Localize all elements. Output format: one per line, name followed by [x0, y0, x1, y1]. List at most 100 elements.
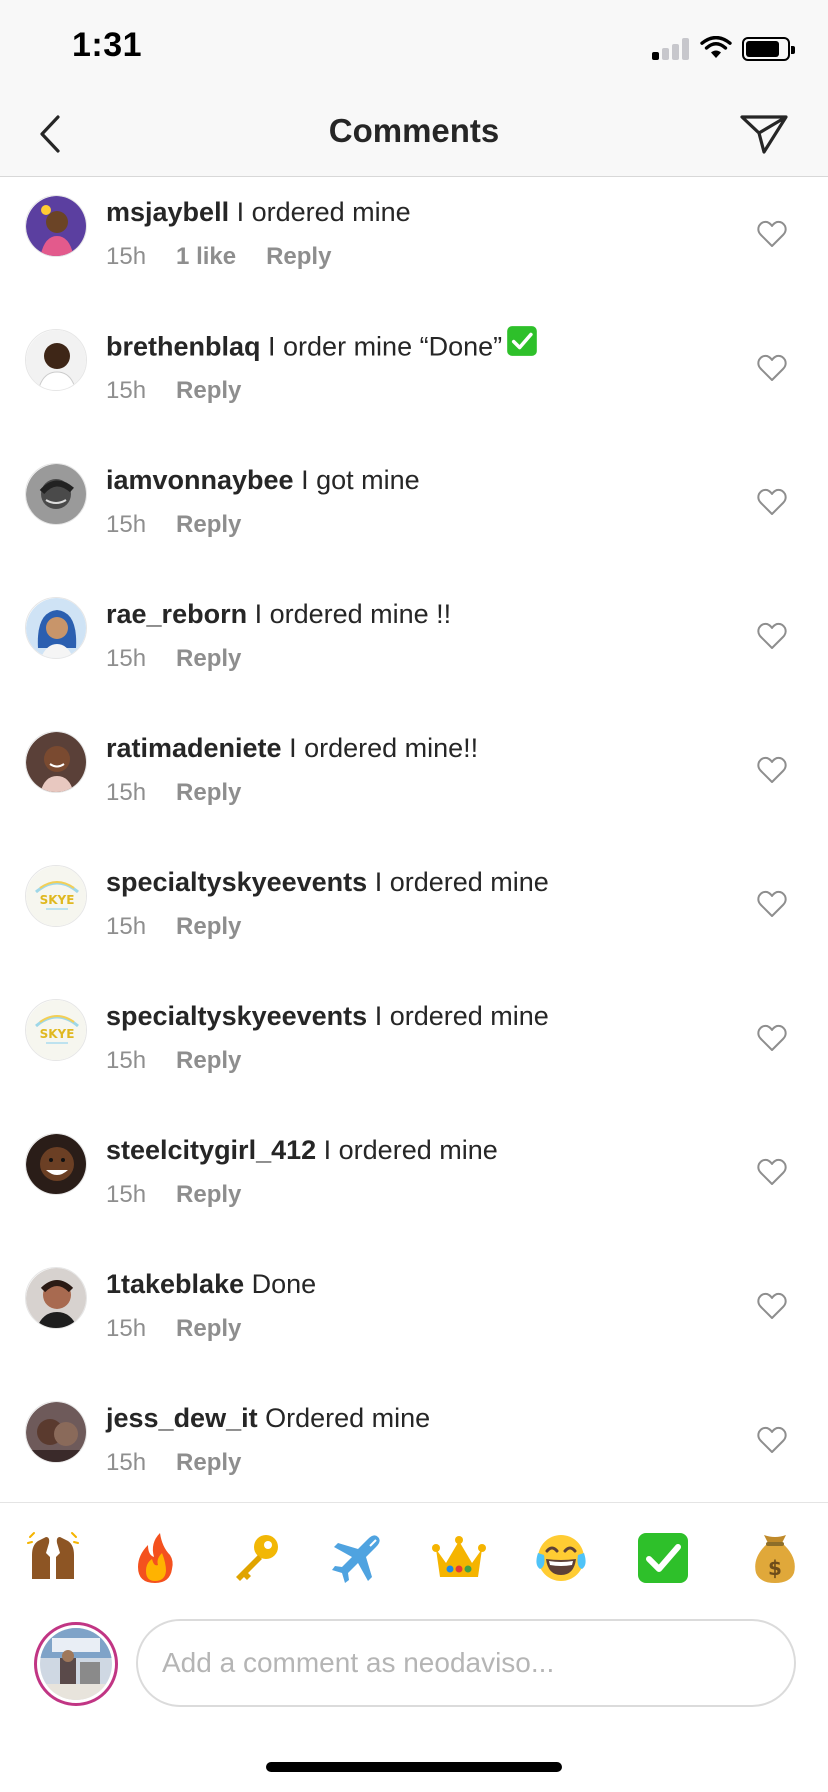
my-avatar[interactable]: [34, 1622, 118, 1706]
comment-username[interactable]: jess_dew_it: [106, 1403, 258, 1433]
comment-row: 1takeblake Done 15h Reply: [0, 1250, 828, 1384]
commenter-avatar[interactable]: [25, 1401, 87, 1463]
comment-row: iamvonnaybee I got mine 15h Reply: [0, 446, 828, 580]
reply-button[interactable]: Reply: [176, 1449, 241, 1476]
navigation-bar: Comments: [0, 100, 828, 177]
comment-body: 1takeblake Done: [106, 1266, 316, 1302]
reply-button[interactable]: Reply: [176, 1315, 241, 1342]
like-heart-icon[interactable]: [757, 890, 787, 918]
check-mark-icon: [506, 325, 538, 366]
like-heart-icon[interactable]: [757, 756, 787, 784]
commenter-avatar[interactable]: SKYE: [25, 865, 87, 927]
raised-hands-emoji[interactable]: [26, 1531, 80, 1585]
comment-timestamp: 15h: [106, 779, 147, 806]
comment-timestamp: 15h: [106, 1181, 147, 1208]
like-heart-icon[interactable]: [757, 1158, 787, 1186]
comment-username[interactable]: brethenblaq: [106, 332, 261, 362]
commenter-avatar[interactable]: SKYE: [25, 999, 87, 1061]
comment-input[interactable]: [136, 1619, 796, 1707]
comment-message: I ordered mine !!: [254, 599, 452, 629]
commenter-avatar[interactable]: [25, 463, 87, 525]
commenter-avatar[interactable]: [25, 329, 87, 391]
comment-body: msjaybell I ordered mine: [106, 194, 411, 230]
reply-button[interactable]: Reply: [176, 1047, 241, 1074]
comment-row: SKYE specialtyskyeevents I ordered mine 15…: [0, 848, 828, 982]
comment-body: brethenblaq I order mine “Done”: [106, 325, 538, 369]
avatar-image: [26, 1402, 86, 1462]
reply-button[interactable]: Reply: [176, 645, 241, 672]
commenter-avatar[interactable]: [25, 597, 87, 659]
comment-username[interactable]: 1takeblake: [106, 1269, 244, 1299]
reply-button[interactable]: Reply: [176, 779, 241, 806]
reply-button[interactable]: Reply: [176, 1181, 241, 1208]
comment-row: SKYE specialtyskyeevents I ordered mine 15…: [0, 982, 828, 1116]
comment-username[interactable]: steelcitygirl_412: [106, 1135, 316, 1165]
avatar-image: [26, 1268, 86, 1328]
avatar-image: [26, 1134, 86, 1194]
check-mark-button-emoji[interactable]: [636, 1531, 690, 1585]
commenter-avatar[interactable]: [25, 195, 87, 257]
comment-username[interactable]: specialtyskyeevents: [106, 867, 367, 897]
comment-meta: 15h Reply: [106, 1314, 271, 1344]
comment-row: brethenblaq I order mine “Done” 15h Reply: [0, 312, 828, 446]
comment-username[interactable]: msjaybell: [106, 197, 229, 227]
reply-button[interactable]: Reply: [176, 377, 241, 404]
comment-message: I got mine: [301, 465, 420, 495]
like-heart-icon[interactable]: [757, 1292, 787, 1320]
cellular-signal-icon: [652, 38, 690, 60]
fire-emoji[interactable]: [128, 1531, 182, 1585]
avatar-image: [26, 330, 86, 390]
comment-timestamp: 15h: [106, 377, 147, 404]
avatar-image: [26, 598, 86, 658]
avatar-image: [26, 196, 86, 256]
comment-message: Ordered mine: [265, 1403, 431, 1433]
svg-text:SKYE: SKYE: [40, 1027, 75, 1041]
comment-body: rae_reborn I ordered mine !!: [106, 596, 451, 632]
comment-meta: 15h Reply: [106, 376, 271, 406]
comment-likes-link[interactable]: 1 like: [176, 243, 236, 270]
reply-button[interactable]: Reply: [266, 243, 331, 270]
comments-list: msjaybell I ordered mine 15h 1 like Reply br…: [0, 178, 828, 1502]
key-emoji[interactable]: [228, 1531, 282, 1585]
comment-message: I ordered mine: [323, 1135, 498, 1165]
share-button[interactable]: [734, 104, 794, 164]
comment-meta: 15h Reply: [106, 510, 271, 540]
airplane-emoji[interactable]: [330, 1531, 384, 1585]
avatar-image: [26, 732, 86, 792]
comment-timestamp: 15h: [106, 1315, 147, 1342]
comment-timestamp: 15h: [106, 243, 147, 270]
home-indicator[interactable]: [266, 1762, 562, 1772]
tears-of-joy-emoji[interactable]: [534, 1531, 588, 1585]
svg-text:SKYE: SKYE: [40, 893, 75, 907]
comment-username[interactable]: rae_reborn: [106, 599, 247, 629]
comment-composer: [0, 1612, 828, 1722]
svg-text:$: $: [768, 1556, 782, 1580]
commenter-avatar[interactable]: [25, 1133, 87, 1195]
like-heart-icon[interactable]: [757, 1426, 787, 1454]
like-heart-icon[interactable]: [757, 488, 787, 516]
commenter-avatar[interactable]: [25, 1267, 87, 1329]
comment-timestamp: 15h: [106, 645, 147, 672]
like-heart-icon[interactable]: [757, 220, 787, 248]
commenter-avatar[interactable]: [25, 731, 87, 793]
like-heart-icon[interactable]: [757, 1024, 787, 1052]
comment-timestamp: 15h: [106, 511, 147, 538]
crown-emoji[interactable]: [432, 1531, 486, 1585]
comment-meta: 15h Reply: [106, 912, 271, 942]
comment-username[interactable]: ratimadeniete: [106, 733, 282, 763]
like-heart-icon[interactable]: [757, 622, 787, 650]
comment-row: jess_dew_it Ordered mine 15h Reply: [0, 1384, 828, 1502]
comment-message: I ordered mine!!: [289, 733, 479, 763]
comment-row: steelcitygirl_412 I ordered mine 15h Reply: [0, 1116, 828, 1250]
comment-meta: 15h Reply: [106, 1448, 271, 1478]
reply-button[interactable]: Reply: [176, 511, 241, 538]
comment-username[interactable]: iamvonnaybee: [106, 465, 294, 495]
comment-username[interactable]: specialtyskyeevents: [106, 1001, 367, 1031]
reply-button[interactable]: Reply: [176, 913, 241, 940]
battery-icon: [742, 37, 795, 61]
like-heart-icon[interactable]: [757, 354, 787, 382]
comment-timestamp: 15h: [106, 1047, 147, 1074]
comment-body: jess_dew_it Ordered mine: [106, 1400, 430, 1436]
money-bag-emoji[interactable]: $: [748, 1531, 802, 1585]
comment-body: specialtyskyeevents I ordered mine: [106, 864, 549, 900]
